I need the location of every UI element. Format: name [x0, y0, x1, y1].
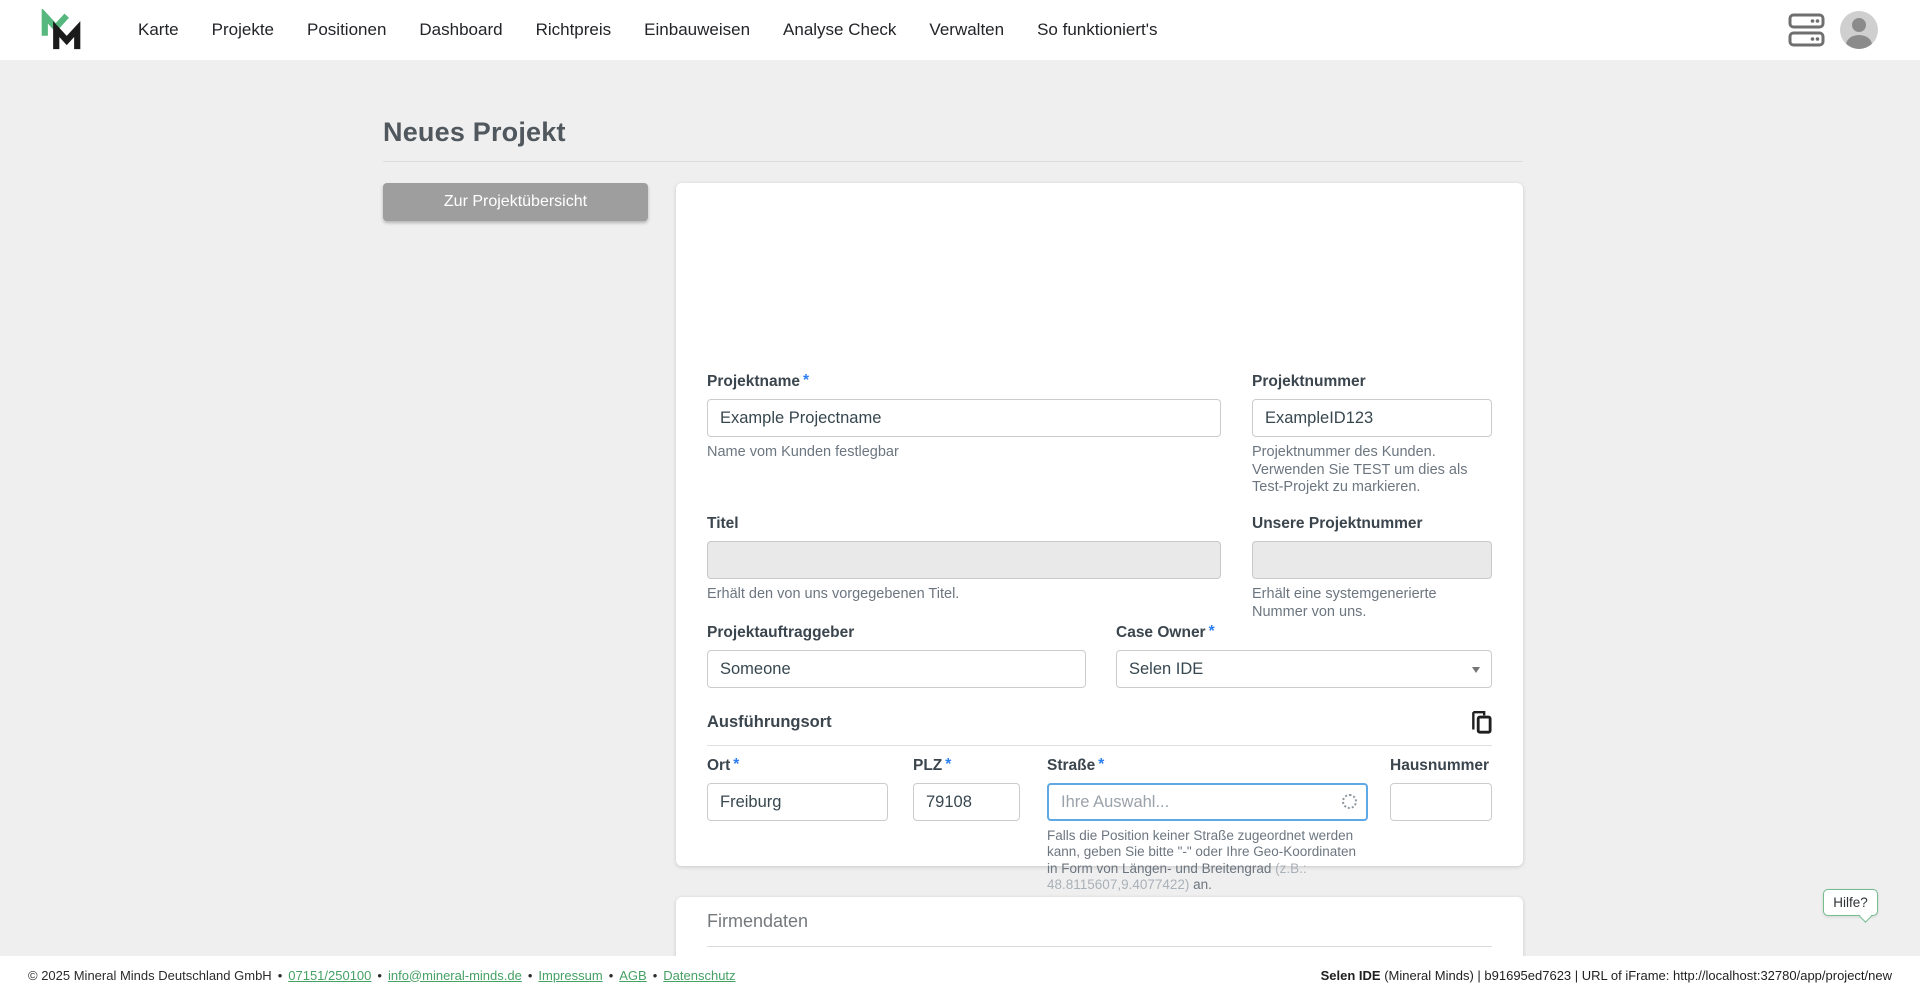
case-owner-select[interactable]: Selen IDE [1116, 650, 1492, 688]
field-projektname: Projektname* Name vom Kunden festlegbar [707, 373, 1221, 462]
chevron-down-icon [1472, 667, 1480, 673]
nav-item-dashboard[interactable]: Dashboard [419, 20, 502, 40]
projektname-hint: Name vom Kunden festlegbar [707, 444, 1221, 462]
projektnummer-input[interactable] [1252, 399, 1492, 437]
case-owner-selected-value: Selen IDE [1129, 660, 1203, 679]
field-unsere-projektnummer: Unsere Projektnummer Erhält eine systemg… [1252, 515, 1492, 621]
title-divider [383, 161, 1523, 162]
field-case-owner: Case Owner* Selen IDE [1116, 624, 1492, 688]
titel-input [707, 541, 1221, 579]
case-owner-label: Case Owner* [1116, 624, 1492, 642]
footer-session-user: Selen IDE [1321, 968, 1381, 983]
strasse-hint: Falls die Position keiner Straße zugeord… [1047, 828, 1368, 894]
hausnummer-label: Hausnummer [1390, 757, 1492, 775]
footer-session-info: Selen IDE (Mineral Minds) | b91695ed7623… [1321, 968, 1892, 983]
titel-hint: Erhält den von uns vorgegebenen Titel. [707, 586, 1221, 604]
section-ausfuehrungsort: Ausführungsort [707, 713, 1492, 746]
footer-link-impressum[interactable]: Impressum [538, 968, 602, 983]
copy-icon [1469, 710, 1495, 736]
nav-item-verwalten[interactable]: Verwalten [929, 20, 1004, 40]
nav-item-positionen[interactable]: Positionen [307, 20, 386, 40]
field-ort: Ort* [707, 757, 888, 821]
unsere-projektnummer-label: Unsere Projektnummer [1252, 515, 1492, 533]
field-plz: PLZ* [913, 757, 1020, 821]
ort-input[interactable] [707, 783, 888, 821]
nav-menu: Karte Projekte Positionen Dashboard Rich… [138, 0, 1158, 60]
field-projektauftraggeber: Projektauftraggeber [707, 624, 1086, 688]
ort-label: Ort* [707, 757, 888, 775]
field-projektnummer: Projektnummer Projektnummer des Kunden. … [1252, 373, 1492, 497]
strasse-input[interactable] [1047, 783, 1368, 821]
help-bubble-tail [1859, 910, 1872, 923]
project-form-card: Projektname* Name vom Kunden festlegbar … [676, 183, 1523, 866]
server-icon[interactable] [1787, 11, 1827, 49]
required-marker: * [803, 372, 809, 389]
avatar-body [1846, 35, 1872, 49]
ausfuehrungsort-section-title: Ausführungsort [707, 713, 832, 731]
help-button[interactable]: Hilfe? [1823, 889, 1878, 916]
footer-copyright: © 2025 Mineral Minds Deutschland GmbH [28, 968, 272, 983]
nav-item-richtpreis[interactable]: Richtpreis [536, 20, 612, 40]
required-marker: * [945, 756, 951, 773]
nav-item-so-funktionierts[interactable]: So funktioniert's [1037, 20, 1157, 40]
field-titel: Titel Erhält den von uns vorgegebenen Ti… [707, 515, 1221, 604]
footer: © 2025 Mineral Minds Deutschland GmbH • … [0, 956, 1920, 994]
top-navbar: Karte Projekte Positionen Dashboard Rich… [0, 0, 1920, 60]
projektname-label: Projektname* [707, 373, 1221, 391]
firmendaten-divider [707, 946, 1492, 947]
footer-separator: • [609, 968, 614, 983]
required-marker: * [1209, 623, 1215, 640]
copy-address-button[interactable] [1468, 710, 1496, 738]
plz-input[interactable] [913, 783, 1020, 821]
nav-right-controls [1787, 0, 1878, 60]
brand-logo-icon[interactable] [40, 9, 82, 51]
projektname-input[interactable] [707, 399, 1221, 437]
page-title: Neues Projekt [383, 117, 566, 148]
plz-label: PLZ* [913, 757, 1020, 775]
nav-item-einbauweisen[interactable]: Einbauweisen [644, 20, 750, 40]
avatar-head [1852, 18, 1866, 32]
back-to-project-overview-button[interactable]: Zur Projektübersicht [383, 183, 648, 221]
footer-separator: • [653, 968, 658, 983]
footer-link-agb[interactable]: AGB [619, 968, 646, 983]
projektauftraggeber-input[interactable] [707, 650, 1086, 688]
footer-separator: • [278, 968, 283, 983]
nav-item-karte[interactable]: Karte [138, 20, 179, 40]
hausnummer-input[interactable] [1390, 783, 1492, 821]
projektnummer-hint: Projektnummer des Kunden. Verwenden Sie … [1252, 444, 1492, 497]
strasse-input-wrap [1047, 783, 1368, 821]
nav-item-analyse-check[interactable]: Analyse Check [783, 20, 896, 40]
footer-session-details: (Mineral Minds) | b91695ed7623 | URL of … [1381, 968, 1892, 983]
footer-separator: • [528, 968, 533, 983]
unsere-projektnummer-hint: Erhält eine systemgenerierte Nummer von … [1252, 586, 1492, 621]
footer-link-email[interactable]: info@mineral-minds.de [388, 968, 522, 983]
nav-item-projekte[interactable]: Projekte [212, 20, 274, 40]
help-button-label: Hilfe? [1833, 895, 1868, 910]
footer-link-phone[interactable]: 07151/250100 [288, 968, 371, 983]
firmendaten-section-title: Firmendaten [707, 911, 808, 932]
app-root: Karte Projekte Positionen Dashboard Rich… [0, 0, 1920, 994]
footer-left: © 2025 Mineral Minds Deutschland GmbH • … [28, 968, 736, 983]
footer-separator: • [377, 968, 382, 983]
projektauftraggeber-label: Projektauftraggeber [707, 624, 1086, 642]
projektnummer-label: Projektnummer [1252, 373, 1492, 391]
user-avatar-icon[interactable] [1840, 11, 1878, 49]
field-hausnummer: Hausnummer [1390, 757, 1492, 821]
footer-link-datenschutz[interactable]: Datenschutz [663, 968, 735, 983]
titel-label: Titel [707, 515, 1221, 533]
unsere-projektnummer-input [1252, 541, 1492, 579]
required-marker: * [1098, 756, 1104, 773]
loading-spinner-icon [1342, 794, 1357, 809]
required-marker: * [733, 756, 739, 773]
field-strasse: Straße* Falls die Position keiner Straße… [1047, 757, 1368, 894]
strasse-label: Straße* [1047, 757, 1368, 775]
